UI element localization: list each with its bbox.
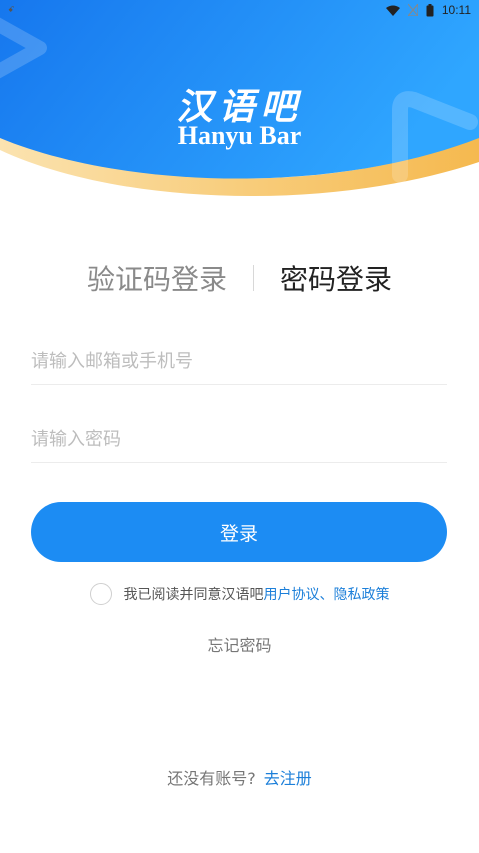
- clock: 10:11: [441, 3, 471, 17]
- tab-password-login[interactable]: 密码登录: [280, 258, 392, 298]
- status-bar: ꗃ 10:11: [0, 0, 479, 20]
- tab-divider: [253, 265, 254, 291]
- register-row: 还没有账号? 去注册: [0, 765, 479, 789]
- battery-icon: [426, 3, 434, 16]
- header-banner: 汉语吧 Hanyu Bar: [0, 0, 479, 200]
- wifi-icon: [385, 5, 400, 16]
- checkbox-circle-icon[interactable]: [89, 583, 112, 605]
- notification-indicator: ꗃ: [8, 5, 15, 14]
- password-input[interactable]: [31, 416, 447, 463]
- login-button[interactable]: 登录: [31, 502, 447, 562]
- login-tabs: 验证码登录 密码登录: [0, 256, 479, 300]
- user-agreement-link[interactable]: 用户协议: [264, 584, 320, 604]
- logo-english: Hanyu Bar: [177, 121, 302, 150]
- register-prompt: 还没有账号?: [167, 769, 256, 788]
- signal-icon: [407, 4, 418, 16]
- agreement-row: 我已阅读并同意汉语吧 用户协议 、 隐私政策: [0, 580, 479, 608]
- agreement-prefix: 我已阅读并同意汉语吧: [123, 587, 264, 603]
- register-link[interactable]: 去注册: [264, 769, 312, 788]
- tab-sms-login[interactable]: 验证码登录: [87, 258, 227, 298]
- agreement-separator: 、: [319, 587, 334, 603]
- status-icons: 10:11: [385, 3, 479, 17]
- forgot-password-link[interactable]: 忘记密码: [0, 632, 479, 656]
- privacy-policy-link[interactable]: 隐私政策: [334, 584, 390, 604]
- email-phone-input[interactable]: [31, 338, 447, 385]
